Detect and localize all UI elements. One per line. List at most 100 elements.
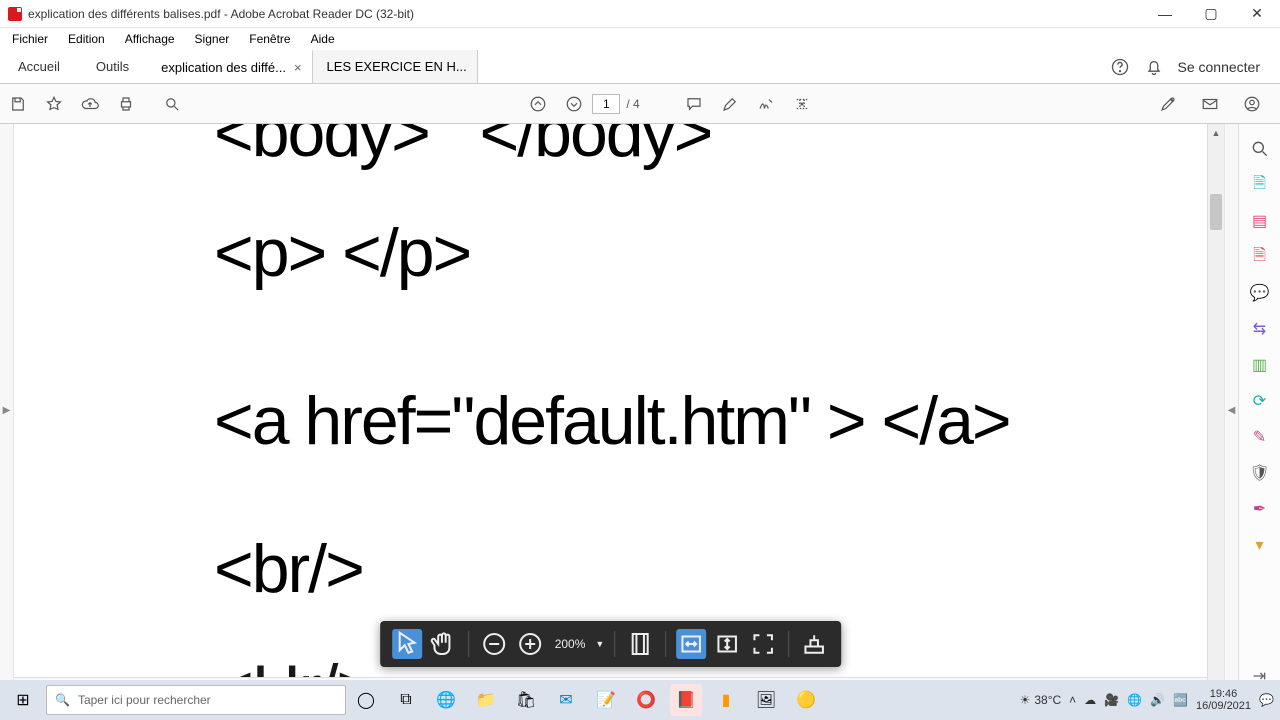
doc-line: <body> </body>	[214, 124, 1010, 172]
acrobat-icon[interactable]: 📕	[670, 684, 702, 716]
tab-doc1[interactable]: explication des diffé... ×	[147, 49, 312, 83]
clock[interactable]: 19:46 16/09/2021	[1196, 688, 1251, 712]
edge-icon[interactable]: 🌐	[430, 684, 462, 716]
tab-doc2[interactable]: LES EXERCICE EN H...	[313, 50, 478, 83]
combine-icon[interactable]: ⇆	[1249, 318, 1271, 340]
more-tools-icon[interactable]: ▾	[1249, 534, 1271, 556]
language-icon[interactable]: 🔤	[1173, 693, 1188, 707]
bell-icon[interactable]	[1144, 57, 1164, 77]
pdf-icon	[8, 7, 22, 21]
fit-height-icon[interactable]	[712, 629, 742, 659]
page-total-label: / 4	[626, 97, 639, 111]
search-icon[interactable]	[158, 90, 186, 118]
profile-icon[interactable]	[1238, 90, 1266, 118]
zoom-in-icon[interactable]	[515, 629, 545, 659]
network-icon[interactable]: 🌐	[1127, 693, 1142, 707]
floating-toolbar: 200% ▼	[380, 621, 842, 667]
print-icon[interactable]	[112, 90, 140, 118]
fit-page-icon[interactable]	[625, 629, 655, 659]
share-pen-icon[interactable]	[1154, 90, 1182, 118]
export-pdf-icon[interactable]: 🗎	[1249, 174, 1271, 196]
comment-tool-icon[interactable]: 💬	[1249, 282, 1271, 304]
menu-bar: Fichier Edition Affichage Signer Fenêtre…	[0, 28, 1280, 50]
stamp-icon[interactable]	[788, 90, 816, 118]
sign-in-button[interactable]: Se connecter	[1178, 59, 1261, 75]
minimize-button[interactable]: —	[1142, 0, 1188, 28]
tab-row: Accueil Outils explication des diffé... …	[0, 50, 1280, 84]
doc-line: <a href="default.htm" > </a>	[214, 382, 1010, 460]
zoom-dropdown-icon[interactable]: ▼	[595, 639, 604, 649]
cortana-icon[interactable]: ◯	[350, 684, 382, 716]
right-panel-handle[interactable]: ◀	[1224, 124, 1238, 697]
tab-doc2-label: LES EXERCICE EN H...	[327, 59, 467, 74]
search-tool-icon[interactable]	[1249, 138, 1271, 160]
close-button[interactable]: ✕	[1234, 0, 1280, 28]
sublime-icon[interactable]: ▮	[710, 684, 742, 716]
document-viewport[interactable]: <body> </body> <p> </p> <a href="default…	[14, 124, 1207, 697]
maximize-button[interactable]: ▢	[1188, 0, 1234, 28]
task-view-icon[interactable]: ⧉	[390, 684, 422, 716]
select-tool-icon[interactable]	[392, 629, 422, 659]
main-area: ▶ <body> </body> <p> </p> <a href="defau…	[0, 124, 1280, 697]
menu-edit[interactable]: Edition	[58, 30, 115, 48]
sign-icon[interactable]	[752, 90, 780, 118]
time-label: 19:46	[1196, 688, 1251, 700]
comment-icon[interactable]	[680, 90, 708, 118]
pdf-page: <body> </body> <p> </p> <a href="default…	[214, 124, 1010, 697]
opera-icon[interactable]: ⭕	[630, 684, 662, 716]
fullscreen-icon[interactable]	[748, 629, 778, 659]
tab-home[interactable]: Accueil	[0, 50, 78, 83]
tray-chevron-icon[interactable]: ˄	[1069, 693, 1076, 707]
menu-window[interactable]: Fenêtre	[239, 30, 300, 48]
volume-icon[interactable]: 🔊	[1150, 693, 1165, 707]
photos-icon[interactable]: 🖼	[750, 684, 782, 716]
page-up-icon[interactable]	[524, 90, 552, 118]
mail-icon[interactable]	[1196, 90, 1224, 118]
menu-view[interactable]: Affichage	[115, 30, 185, 48]
highlight-icon[interactable]	[716, 90, 744, 118]
store-icon[interactable]: 🛍	[510, 684, 542, 716]
star-icon[interactable]	[40, 90, 68, 118]
help-icon[interactable]	[1110, 57, 1130, 77]
redact-icon[interactable]: ✎	[1249, 426, 1271, 448]
zoom-level-label: 200%	[551, 637, 590, 651]
notifications-icon[interactable]: 💬	[1259, 693, 1274, 707]
tab-doc1-label: explication des diffé...	[161, 60, 286, 75]
start-button[interactable]: ⊞	[0, 680, 46, 720]
page-number-input[interactable]	[592, 94, 620, 114]
read-mode-icon[interactable]	[799, 629, 829, 659]
tab-doc1-close-icon[interactable]: ×	[294, 60, 302, 75]
create-pdf-icon[interactable]: 🗎	[1249, 246, 1271, 268]
compress-icon[interactable]: ⟳	[1249, 390, 1271, 412]
page-down-icon[interactable]	[560, 90, 588, 118]
onedrive-icon[interactable]: ☁	[1084, 693, 1096, 707]
search-glyph-icon: 🔍	[55, 693, 70, 707]
vertical-scrollbar[interactable]: ▲ ▼	[1207, 124, 1224, 697]
taskbar-search[interactable]: 🔍 Taper ici pour rechercher	[46, 685, 346, 715]
hand-tool-icon[interactable]	[428, 629, 458, 659]
mail-app-icon[interactable]: ✉	[550, 684, 582, 716]
cloud-upload-icon[interactable]	[76, 90, 104, 118]
organize-icon[interactable]: ▥	[1249, 354, 1271, 376]
scroll-up-icon[interactable]: ▲	[1208, 124, 1224, 141]
meet-now-icon[interactable]: 🎥	[1104, 693, 1119, 707]
save-icon[interactable]	[4, 90, 32, 118]
protect-icon[interactable]: 🛡	[1249, 462, 1271, 484]
scroll-thumb[interactable]	[1210, 194, 1222, 230]
notepad-icon[interactable]: 📝	[590, 684, 622, 716]
edit-pdf-icon[interactable]: ▤	[1249, 210, 1271, 232]
doc-line: <p> </p>	[214, 214, 1010, 292]
menu-help[interactable]: Aide	[301, 30, 345, 48]
menu-sign[interactable]: Signer	[185, 30, 240, 48]
left-panel-handle[interactable]: ▶	[0, 124, 14, 697]
fill-sign-icon[interactable]: ✒	[1249, 498, 1271, 520]
chrome-icon[interactable]: 🟡	[790, 684, 822, 716]
tab-tools[interactable]: Outils	[78, 50, 147, 83]
explorer-icon[interactable]: 📁	[470, 684, 502, 716]
doc-line: <br/>	[214, 530, 1010, 608]
fit-width-icon[interactable]	[676, 629, 706, 659]
zoom-out-icon[interactable]	[479, 629, 509, 659]
weather-widget[interactable]: ☀ 38°C	[1020, 693, 1062, 707]
menu-file[interactable]: Fichier	[2, 30, 58, 48]
windows-taskbar: ⊞ 🔍 Taper ici pour rechercher ◯ ⧉ 🌐 📁 🛍 …	[0, 680, 1280, 720]
